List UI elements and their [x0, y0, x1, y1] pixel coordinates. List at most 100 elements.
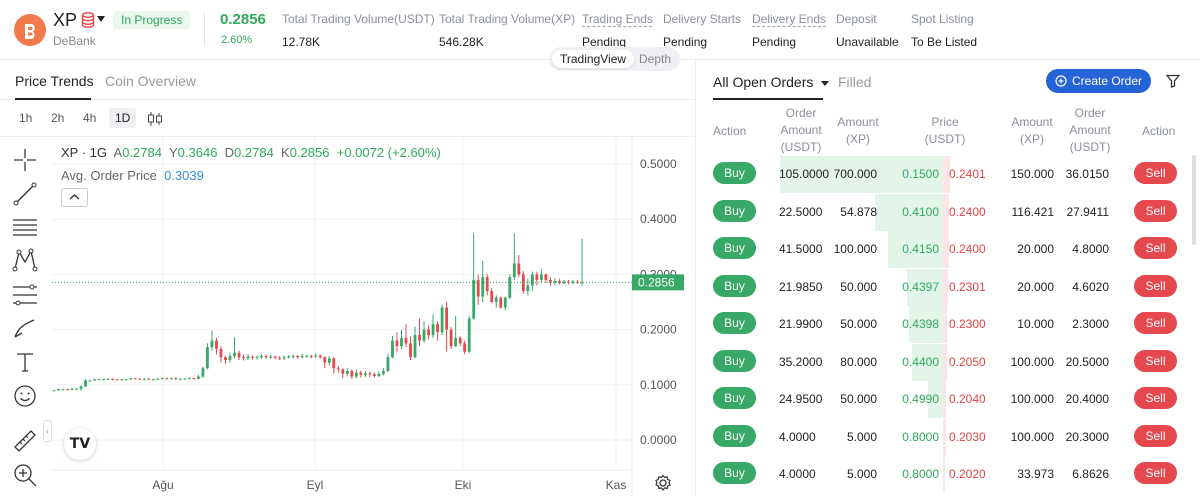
- last-price: 0.2856: [220, 11, 266, 28]
- collapse-legend-button[interactable]: [61, 188, 88, 207]
- candle-body: [481, 277, 485, 297]
- buy-button[interactable]: Buy: [713, 199, 756, 222]
- candle-body: [224, 357, 227, 360]
- token-logo: [14, 14, 46, 46]
- bid-price: 0.4398: [902, 317, 939, 331]
- sell-button[interactable]: Sell: [1134, 237, 1177, 259]
- candle-body: [332, 358, 336, 369]
- collapse-toolbar-button[interactable]: ‹: [43, 420, 52, 442]
- sell-button[interactable]: Sell: [1134, 462, 1177, 484]
- col-header-line: Amount: [837, 115, 879, 129]
- sell-button[interactable]: Sell: [1134, 349, 1177, 372]
- buy-button[interactable]: Buy: [713, 349, 756, 372]
- ask-depth-bar: [943, 306, 947, 343]
- stat-label: Delivery Starts: [663, 12, 742, 26]
- candle-body: [445, 307, 449, 330]
- ask-order-amount: 20.3000: [1065, 429, 1109, 444]
- legend-close-label: K: [281, 145, 290, 160]
- create-order-button[interactable]: Create Order: [1046, 69, 1151, 93]
- candle-body: [400, 337, 403, 347]
- bid-amount: 5.000: [846, 429, 877, 444]
- view-depth[interactable]: Depth: [631, 50, 679, 68]
- timeframe-1d[interactable]: 1D: [109, 108, 137, 128]
- col-price-usdt: Price (USDT): [922, 114, 968, 148]
- stat-label: Spot Listing: [911, 12, 974, 26]
- ask-price: 0.2401: [949, 167, 986, 181]
- stat-trading-ends: Trading Ends Pending: [582, 12, 653, 49]
- order-row: Buy 21.9900 50.000 0.4398 0.2300 10.000 2.3000…: [697, 306, 1193, 343]
- sell-button[interactable]: Sell: [1134, 162, 1177, 184]
- candle-body: [314, 355, 318, 357]
- sell-button[interactable]: Sell: [1134, 387, 1177, 409]
- stat-label: Total Trading Volume(XP): [439, 12, 576, 26]
- token-symbol[interactable]: XP: [53, 10, 77, 31]
- sell-button[interactable]: Sell: [1134, 424, 1177, 447]
- y-tick-label: 0.0000: [640, 433, 677, 447]
- filter-icon[interactable]: [1166, 74, 1180, 88]
- ask-amount: 100.000: [1010, 392, 1054, 406]
- ruler-icon[interactable]: [12, 428, 38, 454]
- timeframe-2h[interactable]: 2h: [51, 111, 64, 125]
- gear-icon[interactable]: [654, 474, 672, 492]
- bid-price: 0.4400: [902, 354, 939, 369]
- buy-button[interactable]: Buy: [713, 424, 756, 447]
- y-tick-label: 0.4000: [640, 212, 677, 226]
- database-icon: [81, 12, 95, 28]
- candle-body: [178, 378, 182, 380]
- brush-icon[interactable]: [12, 315, 38, 341]
- price-chart[interactable]: 0.50000.40000.30000.20000.10000.0000AğuE…: [52, 138, 696, 496]
- tab-filled[interactable]: Filled: [838, 74, 871, 90]
- candle-body: [147, 378, 151, 380]
- zoom-in-icon[interactable]: [12, 462, 38, 488]
- candle-body: [382, 371, 385, 374]
- view-tradingview[interactable]: TradingView: [552, 50, 635, 68]
- stat-label[interactable]: Delivery Ends: [752, 12, 826, 26]
- horizontal-lines-icon[interactable]: [12, 214, 38, 240]
- crosshair-icon[interactable]: [12, 147, 38, 173]
- buy-button[interactable]: Buy: [713, 274, 756, 297]
- buy-button[interactable]: Buy: [713, 387, 756, 409]
- buy-button[interactable]: Buy: [713, 237, 756, 259]
- stat-label[interactable]: Trading Ends: [582, 12, 653, 26]
- buy-button[interactable]: Buy: [713, 312, 756, 334]
- avg-order-value: 0.3039: [164, 168, 204, 183]
- scrollbar[interactable]: [1192, 155, 1196, 245]
- candle-body: [260, 356, 263, 358]
- stat-deposit: Deposit Unavailable: [836, 12, 899, 49]
- ask-amount: 116.421: [1011, 204, 1055, 219]
- ask-amount: 20.000: [1017, 242, 1054, 256]
- ask-price: 0.2030: [949, 429, 986, 444]
- text-tool-icon[interactable]: [12, 349, 38, 375]
- candle-body: [133, 378, 137, 380]
- candles-type-icon[interactable]: [147, 112, 163, 126]
- emoji-icon[interactable]: [12, 383, 38, 409]
- avg-order-label: Avg. Order Price: [61, 168, 157, 183]
- order-book-panel: All Open Orders Filled Create Order Acti…: [697, 60, 1200, 496]
- legend-change: +0.0072 (+2.60%): [336, 145, 441, 160]
- tab-coin-overview[interactable]: Coin Overview: [105, 73, 196, 89]
- trend-line-icon[interactable]: [12, 181, 38, 207]
- col-header-line: (XP): [1020, 132, 1044, 146]
- pattern-icon[interactable]: [12, 247, 38, 273]
- candle-body: [363, 373, 367, 375]
- order-row: Buy 21.9850 50.000 0.4397 0.2301 20.000 4.6020…: [697, 268, 1193, 306]
- candle-body: [472, 279, 476, 319]
- ask-order-amount: 27.9411: [1066, 204, 1110, 219]
- sell-button[interactable]: Sell: [1134, 274, 1177, 297]
- timeframe-4h[interactable]: 4h: [83, 111, 96, 125]
- buy-button[interactable]: Buy: [713, 462, 756, 484]
- sell-button[interactable]: Sell: [1134, 199, 1177, 222]
- candle-body: [187, 378, 191, 380]
- tradingview-logo[interactable]: TV: [64, 428, 96, 460]
- stat-spot-listing: Spot Listing To Be Listed: [911, 12, 977, 49]
- tab-all-open-orders[interactable]: All Open Orders: [713, 74, 830, 90]
- candle-body: [255, 357, 259, 359]
- sell-button[interactable]: Sell: [1134, 312, 1177, 334]
- candle-body: [282, 357, 286, 359]
- token-dropdown-caret-icon[interactable]: [97, 16, 105, 22]
- fib-icon[interactable]: [12, 282, 38, 308]
- candle-body: [120, 379, 124, 381]
- candle-body: [156, 378, 160, 380]
- candle-body: [323, 357, 327, 363]
- buy-button[interactable]: Buy: [713, 162, 756, 184]
